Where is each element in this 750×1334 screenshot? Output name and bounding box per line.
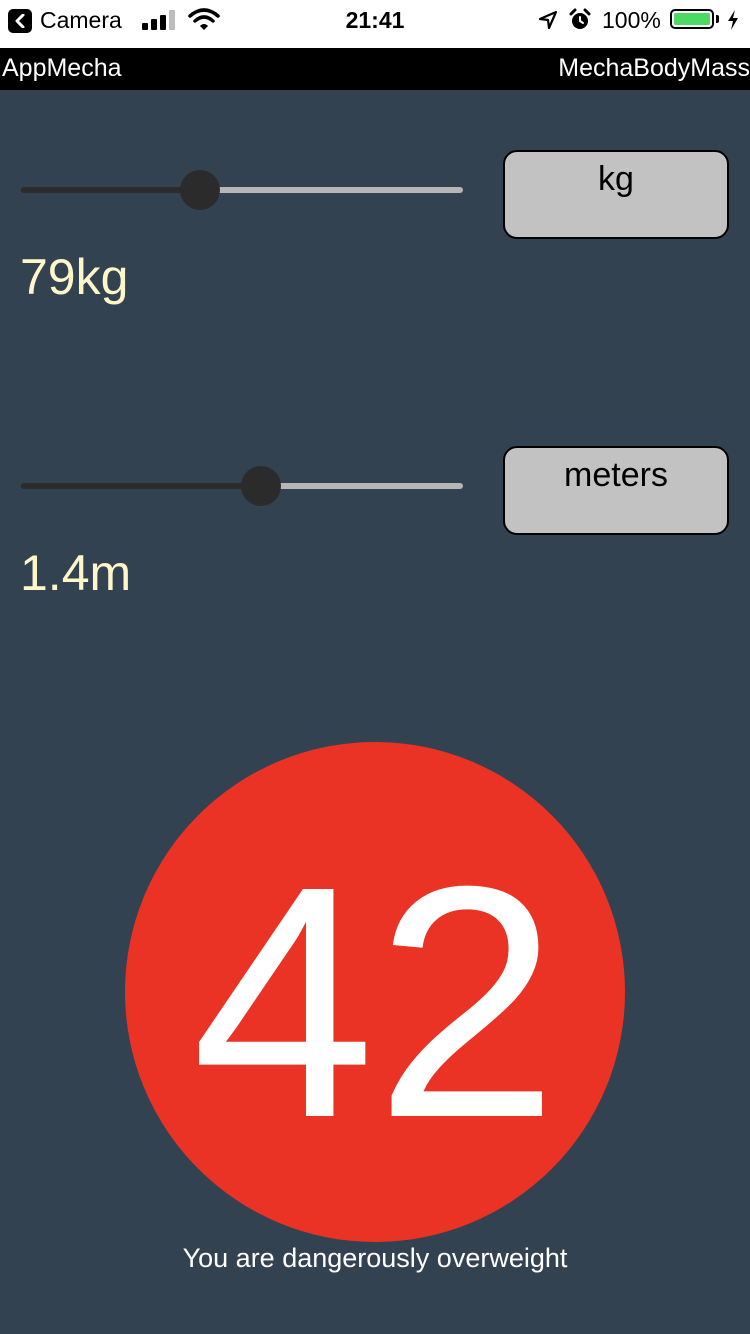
slider-track-fill: [20, 483, 261, 489]
slider-thumb[interactable]: [179, 170, 220, 210]
slider-thumb[interactable]: [240, 466, 281, 506]
battery-level-fill: [674, 13, 710, 25]
status-bar: Camera 21:41 100%: [0, 0, 750, 48]
weight-unit-button[interactable]: kg: [503, 150, 729, 239]
bmi-value: 42: [191, 817, 559, 1186]
charging-bolt-icon: [728, 10, 738, 30]
bmi-message: You are dangerously overweight: [182, 1243, 568, 1273]
height-value-label: 1.4m: [20, 545, 132, 601]
height-slider[interactable]: [20, 466, 463, 506]
screen-title: MechaBodyMass: [558, 54, 750, 82]
weight-value-label: 79kg: [20, 249, 129, 305]
height-unit-button[interactable]: meters: [503, 446, 729, 535]
battery-cap: [716, 15, 719, 23]
alarm-icon: [569, 8, 591, 29]
app-title: AppMecha: [2, 54, 122, 82]
bmi-result-circle: 42: [125, 742, 625, 1242]
weight-slider[interactable]: [20, 170, 463, 210]
slider-track-fill: [20, 187, 200, 193]
location-arrow-icon: [538, 10, 558, 30]
battery-percentage: 100%: [602, 7, 661, 33]
battery-icon: [670, 9, 714, 29]
nav-bar: AppMecha MechaBodyMass: [0, 48, 750, 90]
